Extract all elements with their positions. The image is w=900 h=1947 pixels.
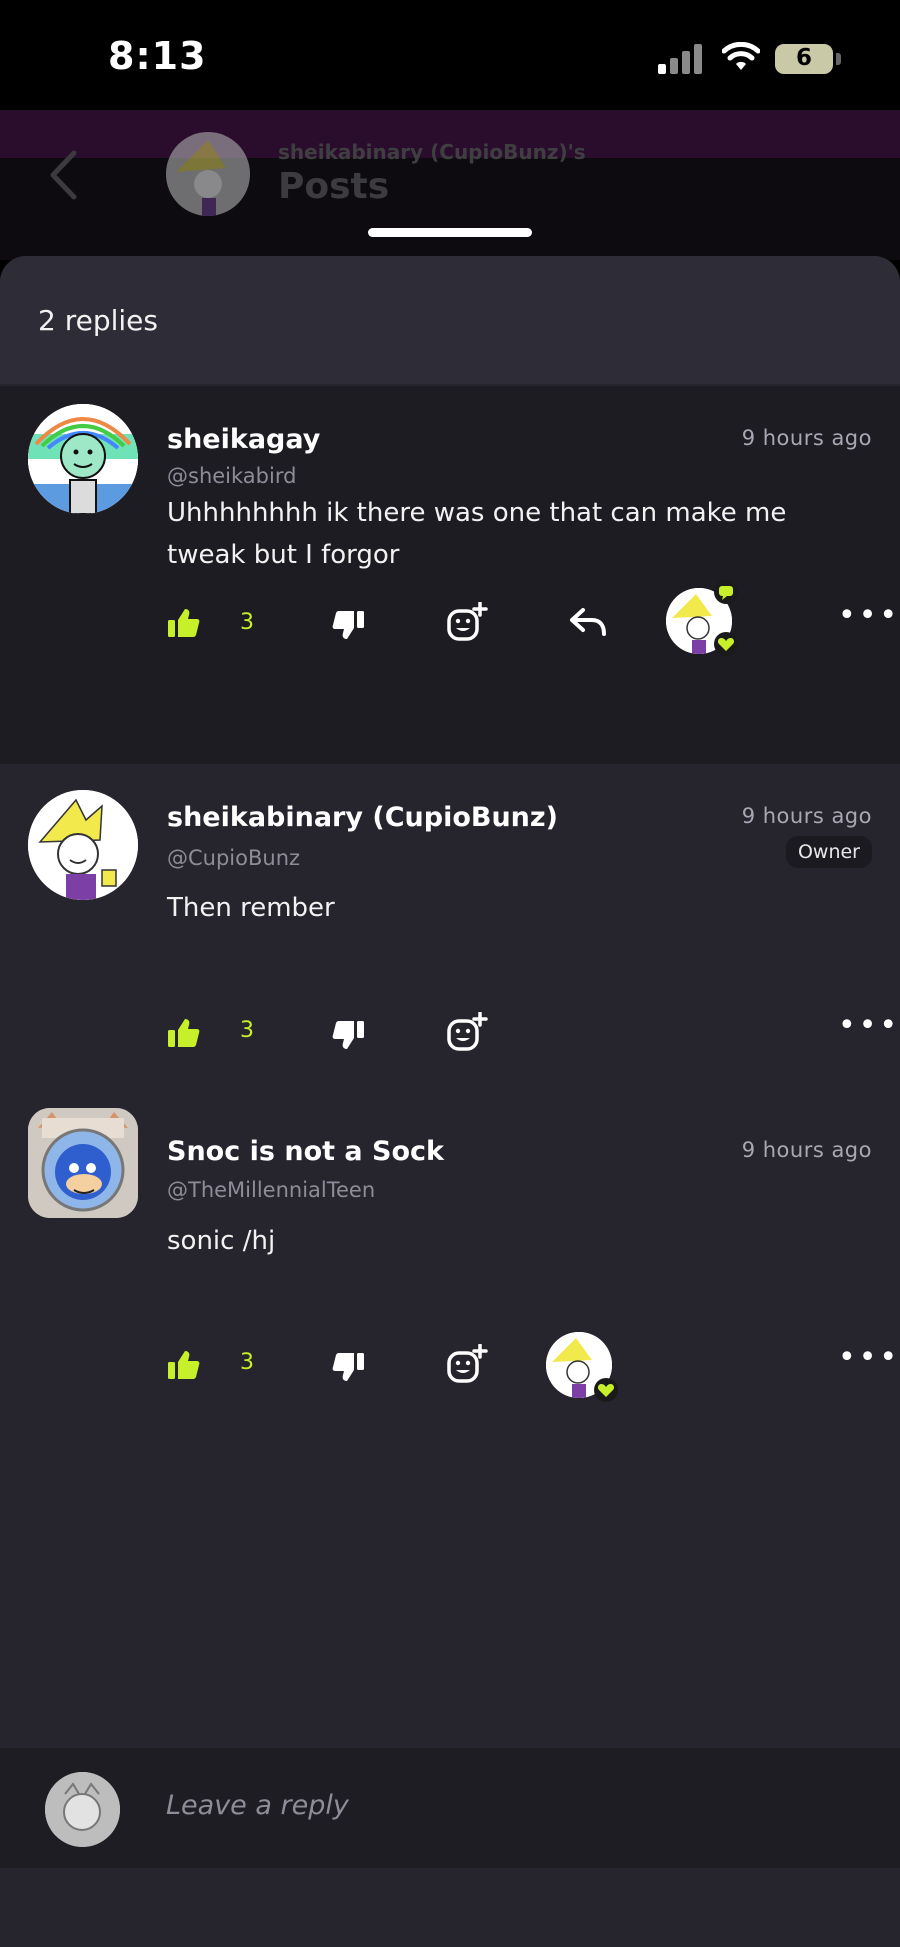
- battery-level: 6: [795, 45, 812, 71]
- like-icon[interactable]: [168, 1350, 200, 1380]
- background-header: [0, 110, 900, 260]
- avatar[interactable]: [28, 1108, 138, 1218]
- add-reaction-icon[interactable]: [446, 1012, 488, 1054]
- heart-icon: [714, 632, 738, 656]
- current-user-avatar: [45, 1772, 120, 1847]
- like-count: 3: [240, 610, 254, 635]
- replies-sheet: 2 replies sheikagay @sheikabird 9 hours …: [0, 256, 900, 1947]
- back-chevron-icon[interactable]: [48, 150, 78, 200]
- author-handle[interactable]: @sheikabird: [167, 464, 296, 488]
- author-name[interactable]: Snoc is not a Sock: [167, 1136, 444, 1167]
- signal-icon: [658, 44, 702, 74]
- header-avatar: [166, 132, 250, 216]
- dislike-icon[interactable]: [332, 1352, 364, 1382]
- sheet-grabber[interactable]: [368, 228, 532, 237]
- comment-text: Uhhhhhhhh ik there was one that can make…: [167, 498, 787, 570]
- like-count: 3: [240, 1350, 254, 1375]
- reply-arrow-icon[interactable]: [570, 608, 606, 636]
- more-options-icon[interactable]: •••: [838, 598, 900, 633]
- wifi-icon: [722, 42, 760, 70]
- more-options-icon[interactable]: •••: [838, 1340, 900, 1375]
- dislike-icon[interactable]: [332, 1020, 364, 1050]
- header-title: Posts: [278, 166, 390, 207]
- reply-bar: [0, 1748, 900, 1868]
- clock: 8:13: [108, 34, 207, 78]
- heart-icon: [594, 1378, 618, 1402]
- like-icon[interactable]: [168, 1018, 200, 1048]
- more-options-icon[interactable]: •••: [838, 1008, 900, 1043]
- reply-input[interactable]: Leave a reply: [166, 1790, 349, 1821]
- battery-icon: 6: [775, 44, 833, 74]
- owner-badge: Owner: [785, 836, 872, 868]
- add-reaction-icon[interactable]: [446, 602, 488, 644]
- comment-text: sonic /hj: [167, 1226, 276, 1256]
- replies-header: 2 replies: [0, 256, 900, 384]
- replies-count: 2 replies: [38, 304, 158, 337]
- header-subtitle: sheikabinary (CupioBunz)'s: [278, 140, 586, 164]
- battery-tip: [836, 53, 841, 65]
- author-handle[interactable]: @TheMillennialTeen: [167, 1178, 375, 1202]
- like-icon[interactable]: [168, 608, 200, 638]
- avatar[interactable]: [28, 790, 138, 900]
- comment-item: Snoc is not a Sock @TheMillennialTeen 9 …: [0, 1104, 900, 1464]
- timestamp: 9 hours ago: [741, 1138, 872, 1162]
- comment-badge-icon: [714, 580, 738, 604]
- author-handle[interactable]: @CupioBunz: [167, 846, 300, 870]
- author-name[interactable]: sheikagay: [167, 424, 320, 455]
- comment-text: Then rember: [167, 893, 335, 923]
- timestamp: 9 hours ago: [741, 804, 872, 828]
- dislike-icon[interactable]: [332, 610, 364, 640]
- author-name[interactable]: sheikabinary (CupioBunz): [167, 802, 558, 833]
- like-count: 3: [240, 1018, 254, 1043]
- add-reaction-icon[interactable]: [446, 1344, 488, 1386]
- comment-item: sheikabinary (CupioBunz) @CupioBunz 9 ho…: [0, 764, 900, 1104]
- timestamp: 9 hours ago: [741, 426, 872, 450]
- avatar[interactable]: [28, 404, 138, 514]
- status-bar: 8:13 6: [0, 0, 900, 110]
- comment-item: sheikagay @sheikabird 9 hours ago Uhhhhh…: [0, 386, 900, 764]
